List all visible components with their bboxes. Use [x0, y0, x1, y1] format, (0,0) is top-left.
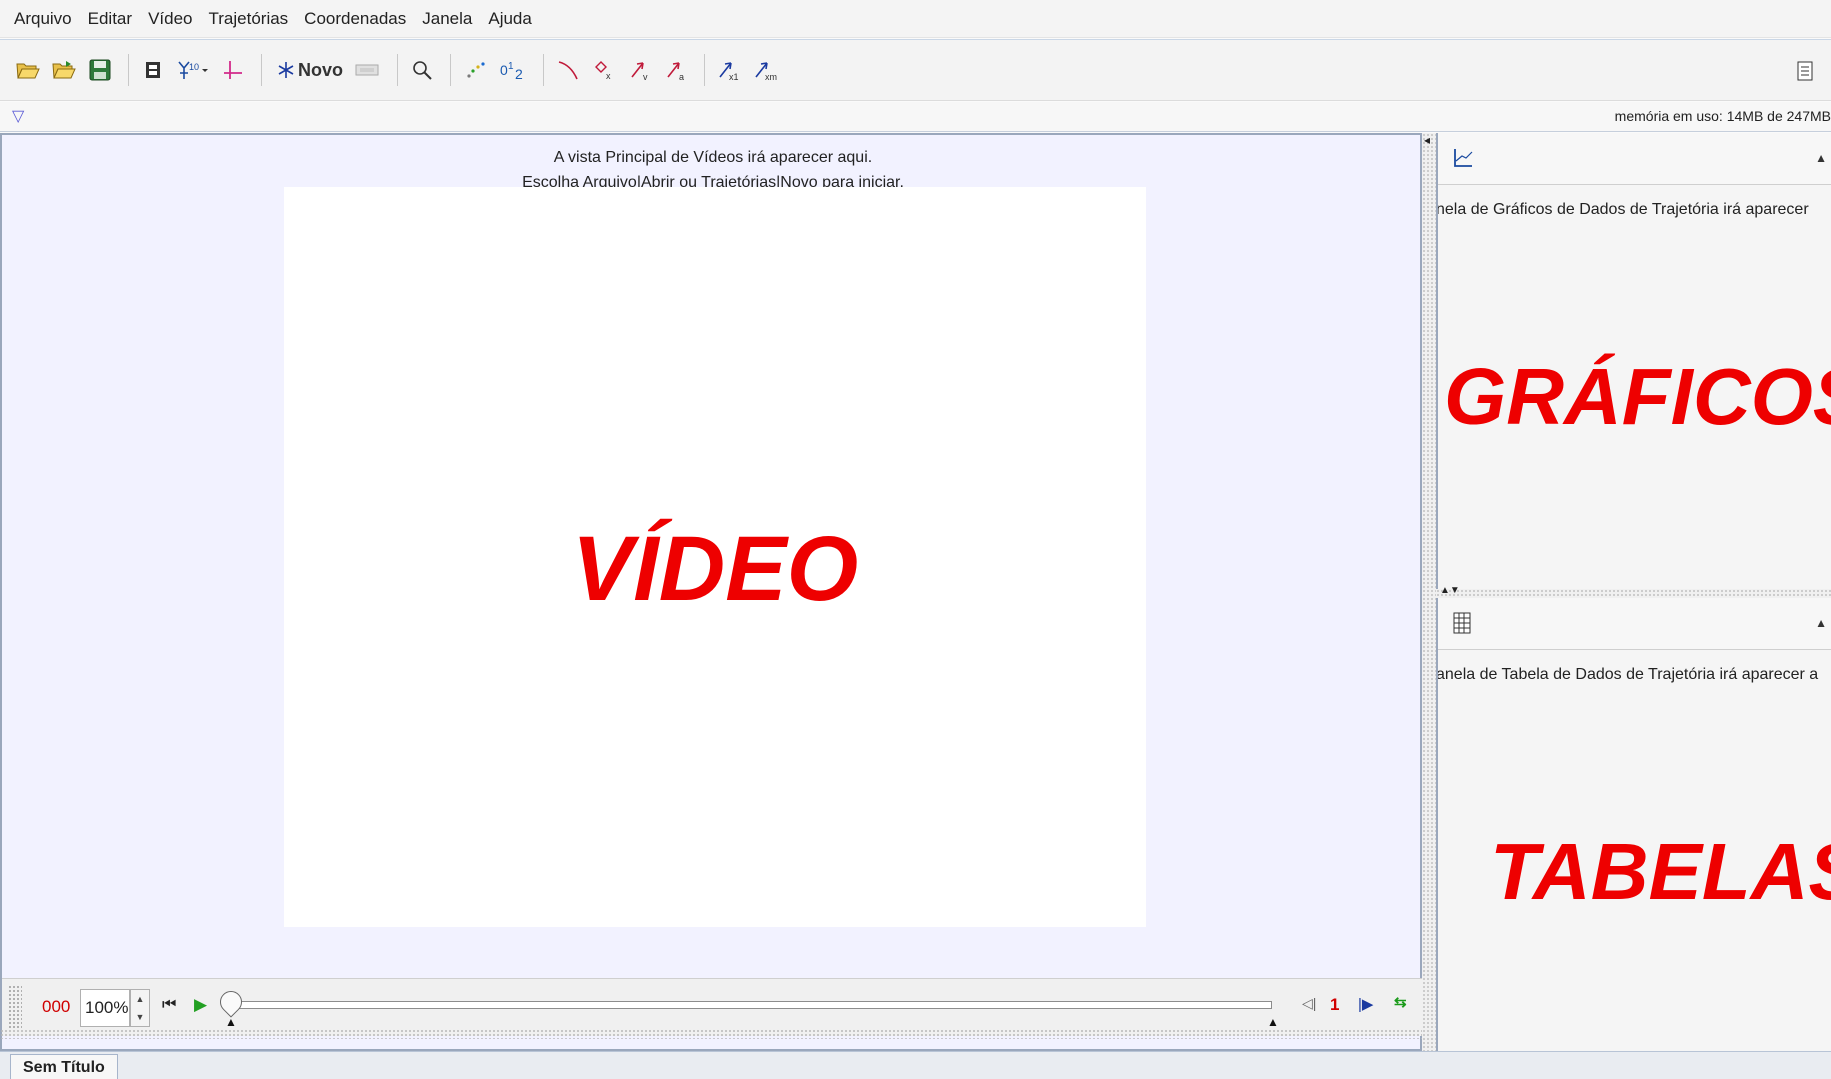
slider-end-marker-icon[interactable]: ▲ — [1267, 1015, 1279, 1029]
save-icon[interactable] — [84, 53, 116, 87]
menu-video[interactable]: Vídeo — [140, 0, 200, 38]
trails-icon[interactable] — [459, 53, 491, 87]
menu-ajuda[interactable]: Ajuda — [480, 0, 539, 38]
step-forward-icon[interactable]: |▶ — [1358, 995, 1373, 1013]
graphs-overlay-label: GRÁFICOS — [1444, 352, 1831, 441]
tab-strip: Sem Título — [0, 1051, 1831, 1079]
svg-text:10: 10 — [189, 62, 199, 72]
table-icon[interactable] — [1452, 612, 1472, 640]
graphs-panel-header: ▲ — [1438, 133, 1831, 185]
toolbar-separator — [128, 54, 129, 86]
center-of-mass-vector-icon[interactable]: xm — [749, 53, 781, 87]
memory-usage-label: memória em uso: 14MB de 247MB — [1614, 108, 1831, 124]
menu-coordenadas[interactable]: Coordenadas — [296, 0, 414, 38]
toolbar-separator — [397, 54, 398, 86]
toolbar-separator — [704, 54, 705, 86]
svg-text:x: x — [606, 71, 611, 81]
menu-trajetorias[interactable]: Trajetórias — [201, 0, 297, 38]
tab-untitled[interactable]: Sem Título — [10, 1054, 118, 1079]
splitter-collapse-icon[interactable]: ◂ — [1424, 133, 1430, 147]
menu-bar: Arquivo Editar Vídeo Trajetórias Coorden… — [0, 0, 1831, 38]
video-overlay-label: VÍDEO — [571, 518, 859, 620]
spinner-down-icon[interactable]: ▼ — [131, 1008, 149, 1026]
new-track-label: Novo — [298, 59, 343, 80]
acceleration-vector-icon[interactable]: a — [660, 53, 692, 87]
tables-panel[interactable]: ▲ anela de Tabela de Dados de Trajetória… — [1436, 598, 1831, 1051]
frame-counter[interactable]: 000 — [42, 997, 70, 1017]
path-line-icon[interactable] — [552, 53, 584, 87]
svg-text:1: 1 — [508, 61, 514, 72]
tables-panel-header: ▲ — [1438, 598, 1831, 650]
maximize-triangle-icon[interactable]: ▲ — [1815, 151, 1827, 165]
vertical-splitter[interactable]: ◂ — [1422, 133, 1436, 1051]
open-recent-icon[interactable] — [48, 53, 80, 87]
track-control-icon[interactable] — [349, 53, 385, 87]
position-marker-icon[interactable]: x — [588, 53, 620, 87]
frame-slider-track[interactable] — [232, 1001, 1272, 1009]
status-row: ▽ memória em uso: 14MB de 247MB — [0, 102, 1831, 132]
tracker-window: Arquivo Editar Vídeo Trajetórias Coorden… — [0, 0, 1831, 1079]
video-canvas[interactable]: VÍDEO — [284, 187, 1146, 927]
frame-slider-knob[interactable] — [215, 986, 247, 1018]
plot-axes-icon[interactable] — [1452, 147, 1474, 175]
menu-editar[interactable]: Editar — [80, 0, 140, 38]
toolbar-separator — [450, 54, 451, 86]
velocity-vector-icon[interactable]: v — [624, 53, 656, 87]
svg-text:2: 2 — [515, 66, 523, 81]
player-grip[interactable] — [8, 985, 22, 1029]
graphs-panel[interactable]: ▲ nela de Gráficos de Dados de Trajetóri… — [1436, 133, 1831, 595]
svg-text:xm: xm — [765, 72, 777, 81]
loop-icon[interactable]: ⇆ — [1394, 993, 1407, 1011]
slider-start-marker-icon[interactable]: ▲ — [225, 1015, 237, 1029]
menu-janela[interactable]: Janela — [414, 0, 480, 38]
player-bar: 000 100% ▲ ▼ ⏮ ▶ ▲ ▲ ◁| 1 |▶ ⇆ — [2, 978, 1422, 1036]
svg-text:0: 0 — [500, 62, 508, 78]
go-to-start-icon[interactable]: ⏮ — [162, 996, 176, 1014]
clip-settings-icon[interactable] — [137, 53, 169, 87]
video-panel[interactable]: A vista Principal de Vídeos irá aparecer… — [0, 133, 1422, 1051]
bottom-divider[interactable] — [0, 1029, 1422, 1039]
step-back-icon[interactable]: ◁| — [1302, 995, 1316, 1012]
coordinate-axes-icon[interactable] — [217, 53, 249, 87]
zoom-field[interactable]: 100% — [80, 989, 130, 1027]
new-track-button[interactable]: Novo — [270, 53, 349, 87]
zoom-spinner[interactable]: ▲ ▼ — [130, 989, 150, 1027]
svg-text:x1: x1 — [729, 72, 739, 81]
tables-overlay-label: TABELAS — [1490, 827, 1831, 916]
svg-text:a: a — [679, 72, 684, 81]
svg-text:v: v — [643, 72, 648, 81]
calibration-tools-icon[interactable]: 10 — [173, 53, 213, 87]
labels-icon[interactable]: 012 — [495, 53, 531, 87]
asterisk-icon — [278, 62, 294, 78]
horizontal-splitter[interactable]: ▲▼ — [1436, 585, 1831, 598]
maximize-triangle-icon[interactable]: ▲ — [1815, 616, 1827, 630]
tables-placeholder-text: anela de Tabela de Dados de Trajetória i… — [1436, 666, 1819, 683]
toolbar: 10 Novo 012 x v a x1 xm — [0, 39, 1831, 101]
play-icon[interactable]: ▶ — [194, 995, 207, 1015]
toolbar-separator — [543, 54, 544, 86]
video-hint-line-1: A vista Principal de Vídeos irá aparecer… — [553, 149, 873, 166]
spinner-up-icon[interactable]: ▲ — [131, 990, 149, 1008]
open-folder-icon[interactable] — [12, 53, 44, 87]
menu-arquivo[interactable]: Arquivo — [6, 0, 80, 38]
dropdown-triangle-icon[interactable]: ▽ — [12, 106, 24, 126]
zoom-icon[interactable] — [406, 53, 438, 87]
toolbar-separator — [261, 54, 262, 86]
splitter-arrows-icon[interactable]: ▲▼ — [1440, 585, 1460, 596]
graphs-placeholder-text: nela de Gráficos de Dados de Trajetória … — [1436, 201, 1809, 218]
step-size-value[interactable]: 1 — [1330, 995, 1339, 1015]
momentum-vector-icon[interactable]: x1 — [713, 53, 745, 87]
notes-icon[interactable] — [1789, 54, 1821, 88]
